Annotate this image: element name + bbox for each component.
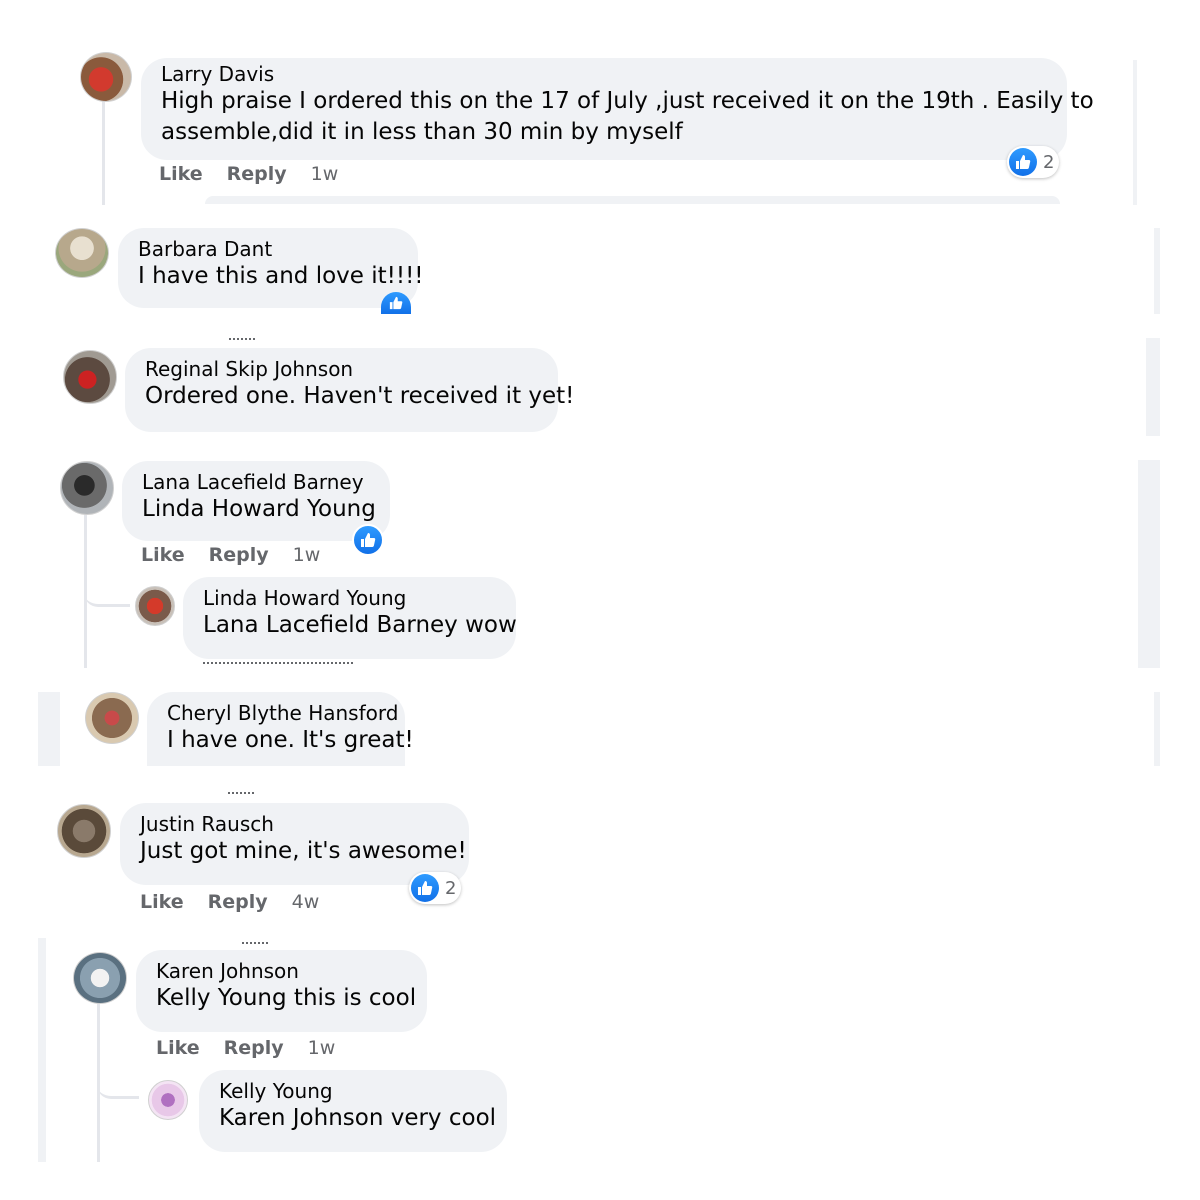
thread-line [102, 100, 105, 205]
panel-edge [38, 938, 46, 1162]
mention-link[interactable]: Kelly Young [156, 985, 287, 1011]
timestamp[interactable]: 1w [308, 1037, 336, 1059]
avatar[interactable] [80, 52, 132, 102]
timestamp[interactable]: 1w [293, 544, 321, 566]
comment-bubble: Justin Rausch Just got mine, it's awesom… [120, 803, 469, 885]
reply-text: wow [457, 612, 517, 638]
reply-text: this is cool [286, 985, 417, 1011]
comment-text: Lana Lacefield Barney wow [203, 610, 517, 641]
comment-actions: Like Reply 1w [141, 544, 344, 566]
avatar[interactable] [148, 1080, 188, 1120]
panel-edge [1154, 228, 1160, 314]
like-button[interactable]: Like [159, 163, 203, 185]
cut-off-text [229, 332, 255, 340]
reply-button[interactable]: Reply [224, 1037, 284, 1059]
reply-text: very cool [383, 1105, 497, 1131]
reaction-badge[interactable]: 2 [1007, 146, 1060, 178]
comment-text: I have this and love it!!!! [138, 263, 424, 289]
comment-author[interactable]: Barbara Dant [138, 237, 398, 261]
like-button[interactable]: Like [140, 891, 184, 913]
panel-edge [1133, 60, 1137, 205]
like-icon [1009, 148, 1037, 176]
reply-button[interactable]: Reply [209, 544, 269, 566]
comment-author[interactable]: Cheryl Blythe Hansford [167, 701, 398, 725]
reply-bubble: Kelly Young Karen Johnson very cool [199, 1070, 507, 1152]
comment-bubble: Reginal Skip Johnson Ordered one. Haven'… [125, 348, 575, 432]
comment-bubble: Karen Johnson Kelly Young this is cool [136, 950, 427, 1032]
comment-author[interactable]: Karen Johnson [156, 959, 407, 983]
comment-author[interactable]: Linda Howard Young [203, 586, 496, 610]
like-button[interactable]: Like [141, 544, 185, 566]
comment-text: Kelly Young this is cool [156, 983, 416, 1014]
comment-actions: Like Reply 1w [156, 1037, 359, 1059]
comment-author[interactable]: Lana Lacefield Barney [142, 470, 370, 494]
comment-bubble: Larry Davis High praise I ordered this o… [141, 58, 1094, 160]
comment-text: assemble,did it in less than 30 min by m… [161, 119, 683, 145]
avatar[interactable] [57, 804, 111, 858]
panel-edge [1146, 338, 1160, 436]
avatar[interactable] [73, 952, 127, 1004]
thread-branch [97, 1052, 139, 1099]
comment-text: I have one. It's great! [167, 727, 414, 753]
avatar[interactable] [85, 692, 139, 744]
avatar[interactable] [135, 586, 175, 626]
comment-actions: Like Reply 4w [140, 891, 343, 913]
like-icon[interactable] [352, 524, 384, 556]
cut-off-bubble [205, 196, 1060, 204]
reaction-count: 2 [445, 877, 457, 899]
comment-author[interactable]: Larry Davis [161, 62, 1047, 86]
reply-button[interactable]: Reply [208, 891, 268, 913]
avatar[interactable] [55, 228, 109, 278]
cut-off-text [242, 936, 268, 944]
mention-link[interactable]: Karen Johnson [219, 1105, 383, 1131]
avatar[interactable] [63, 350, 117, 404]
cut-off-text [203, 662, 353, 670]
reply-button[interactable]: Reply [227, 163, 287, 185]
panel-edge [1138, 460, 1160, 668]
mention-link[interactable]: Lana Lacefield Barney [203, 612, 458, 638]
mention-link[interactable]: Linda Howard Young [142, 496, 376, 522]
comment-author[interactable]: Kelly Young [219, 1079, 487, 1103]
comment-bubble: Cheryl Blythe Hansford I have one. It's … [147, 692, 414, 766]
reaction-count: 2 [1043, 151, 1055, 173]
comment-actions: Like Reply 1w [159, 163, 362, 185]
comment-text: Linda Howard Young [142, 494, 376, 525]
comment-text: Ordered one. Haven't received it yet! [145, 383, 575, 409]
like-button[interactable]: Like [156, 1037, 200, 1059]
comment-text: High praise I ordered this on the 17 of … [161, 88, 1094, 114]
comment-bubble: Lana Lacefield Barney Linda Howard Young [122, 461, 390, 541]
comment-bubble: Barbara Dant I have this and love it!!!! [118, 228, 424, 308]
timestamp[interactable]: 1w [311, 163, 339, 185]
reply-bubble: Linda Howard Young Lana Lacefield Barney… [183, 577, 517, 659]
cut-off-text [228, 786, 254, 794]
avatar[interactable] [60, 461, 114, 515]
comment-author[interactable]: Justin Rausch [140, 812, 449, 836]
panel-edge [38, 692, 60, 766]
panel-edge [1154, 692, 1160, 766]
like-icon[interactable] [381, 292, 411, 314]
timestamp[interactable]: 4w [292, 891, 320, 913]
reaction-badge[interactable]: 2 [409, 872, 462, 904]
comment-author[interactable]: Reginal Skip Johnson [145, 357, 538, 381]
like-icon [411, 874, 439, 902]
comment-text: Just got mine, it's awesome! [140, 838, 467, 864]
comment-text: Karen Johnson very cool [219, 1103, 496, 1134]
thread-branch [84, 560, 130, 607]
